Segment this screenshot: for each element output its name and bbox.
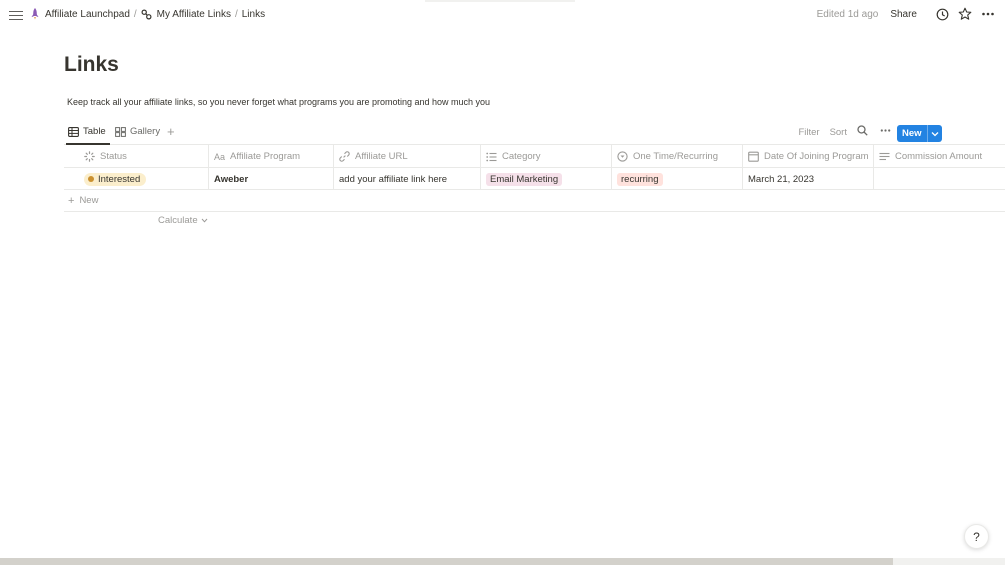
- breadcrumb-item-links[interactable]: Links: [242, 9, 265, 20]
- cell-affiliate-program[interactable]: Aweber: [209, 168, 334, 190]
- column-header-status[interactable]: Status: [64, 145, 209, 168]
- horizontal-scrollbar[interactable]: [0, 558, 893, 565]
- view-tabs-bar: Table Gallery + Filter Sort New: [64, 122, 1005, 145]
- help-button[interactable]: ?: [964, 524, 989, 549]
- breadcrumb: Affiliate Launchpad / My Affiliate Links…: [30, 8, 265, 20]
- search-icon[interactable]: [857, 125, 868, 139]
- filter-button[interactable]: Filter: [798, 127, 819, 138]
- column-header-date-of-joining[interactable]: Date Of Joining Program: [743, 145, 874, 168]
- tab-table[interactable]: Table: [66, 126, 110, 145]
- status-badge: Interested: [84, 172, 147, 186]
- column-label: Date Of Joining Program: [764, 151, 869, 162]
- plus-icon: +: [68, 194, 75, 207]
- recurring-tag: recurring: [617, 172, 663, 186]
- status-icon: [84, 151, 95, 162]
- rocket-icon: [31, 8, 39, 20]
- column-label: Category: [502, 151, 541, 162]
- tab-label: Table: [83, 126, 106, 137]
- top-bar: Affiliate Launchpad / My Affiliate Links…: [0, 0, 1005, 31]
- edited-timestamp: Edited 1d ago: [816, 8, 879, 20]
- new-button[interactable]: New: [897, 125, 942, 142]
- column-header-commission-amount[interactable]: Commission Amount: [874, 145, 1005, 168]
- share-button[interactable]: Share: [890, 9, 917, 20]
- menu-icon[interactable]: [9, 8, 23, 22]
- calculate-label: Calculate: [158, 215, 198, 226]
- table-icon: [68, 126, 79, 137]
- view-tools: Filter Sort: [788, 125, 891, 139]
- column-header-affiliate-url[interactable]: Affiliate URL: [334, 145, 481, 168]
- sort-button[interactable]: Sort: [830, 127, 847, 138]
- calculate-button[interactable]: Calculate: [158, 215, 208, 226]
- page-title[interactable]: Links: [64, 53, 119, 77]
- clock-icon[interactable]: [935, 7, 949, 21]
- column-header-affiliate-program[interactable]: Aa Affiliate Program: [209, 145, 334, 168]
- cell-category[interactable]: Email Marketing: [481, 168, 612, 190]
- breadcrumb-label: My Affiliate Links: [156, 8, 231, 20]
- cell-status[interactable]: Interested: [64, 168, 209, 190]
- text-icon: Aa: [214, 151, 226, 162]
- breadcrumb-item-my-affiliate-links[interactable]: My Affiliate Links: [141, 9, 231, 20]
- links-table: Status Aa Affiliate Program Affiliate UR…: [64, 145, 1005, 212]
- breadcrumb-label: Links: [241, 8, 266, 20]
- page-description[interactable]: Keep track all your affiliate links, so …: [67, 97, 490, 107]
- breadcrumb-separator: /: [234, 8, 238, 20]
- breadcrumb-separator: /: [133, 8, 137, 20]
- column-header-category[interactable]: Category: [481, 145, 612, 168]
- topbar-actions: Edited 1d ago Share: [817, 7, 995, 21]
- column-header-one-time-recurring[interactable]: One Time/Recurring: [612, 145, 743, 168]
- column-label: Affiliate URL: [355, 151, 408, 162]
- category-tag: Email Marketing: [486, 172, 563, 186]
- url-icon: [339, 151, 350, 162]
- more-options-icon[interactable]: [981, 7, 995, 21]
- breadcrumb-item-affiliate-launchpad[interactable]: Affiliate Launchpad: [30, 8, 130, 20]
- cell-one-time-recurring[interactable]: recurring: [612, 168, 743, 190]
- chevron-down-icon[interactable]: [928, 131, 942, 137]
- table-row[interactable]: Interested Aweber add your affiliate lin…: [64, 168, 1005, 190]
- tab-gallery[interactable]: Gallery: [115, 126, 160, 137]
- select-icon: [617, 151, 628, 162]
- star-icon[interactable]: [958, 7, 972, 21]
- tab-label: Gallery: [130, 126, 161, 137]
- column-label: Affiliate Program: [230, 151, 301, 162]
- cell-date-of-joining[interactable]: March 21, 2023: [743, 168, 874, 190]
- new-row-label: New: [79, 195, 99, 206]
- new-row-button[interactable]: + New: [64, 190, 1005, 212]
- gallery-icon: [115, 126, 126, 137]
- column-label: Status: [100, 151, 127, 162]
- list-icon: [486, 152, 497, 161]
- link-icon: [141, 9, 152, 19]
- chevron-down-icon: [201, 218, 207, 223]
- table-header: Status Aa Affiliate Program Affiliate UR…: [64, 145, 1005, 168]
- cell-commission-amount[interactable]: [874, 168, 1005, 190]
- status-dot-icon: [88, 176, 94, 182]
- calendar-icon: [748, 151, 759, 162]
- add-view-button[interactable]: +: [167, 124, 175, 139]
- breadcrumb-label: Affiliate Launchpad: [45, 8, 130, 20]
- lines-icon: [879, 152, 890, 160]
- column-label: Commission Amount: [895, 151, 983, 162]
- cell-affiliate-url[interactable]: add your affiliate link here: [334, 168, 481, 190]
- status-label: Interested: [98, 173, 141, 185]
- more-view-options-icon[interactable]: [880, 125, 891, 139]
- column-label: One Time/Recurring: [633, 151, 719, 162]
- new-button-label: New: [902, 128, 922, 139]
